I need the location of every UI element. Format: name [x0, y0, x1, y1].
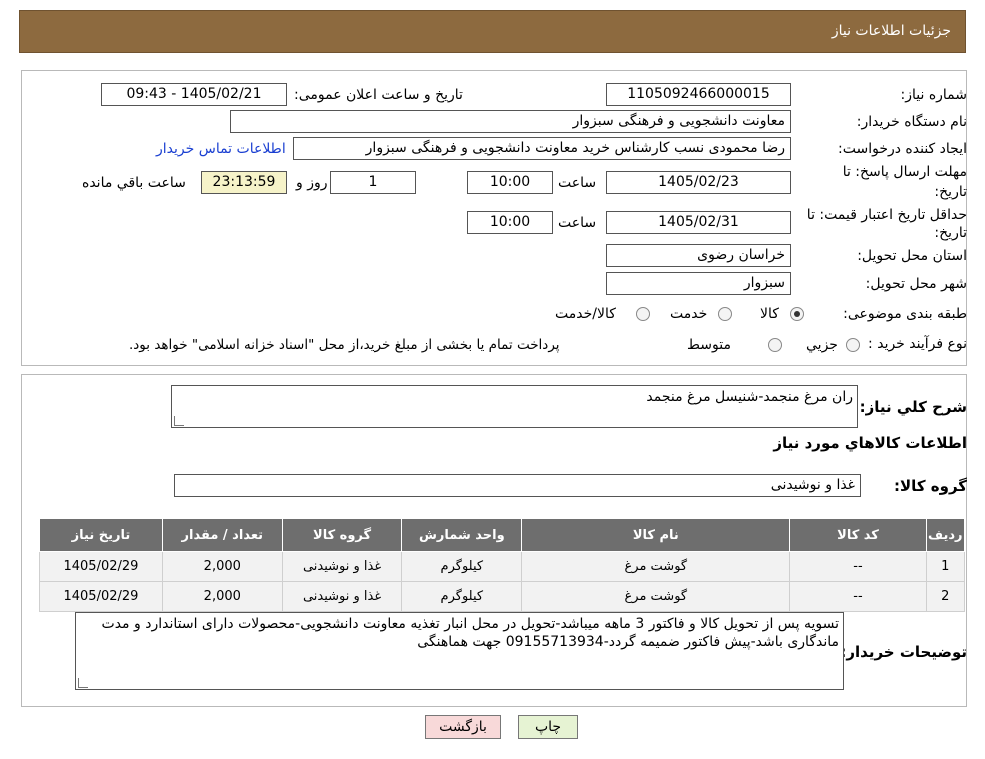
- announce-field: 1405/02/21 - 09:43: [101, 83, 287, 106]
- goods-group-label: گروه کالا:: [894, 477, 967, 495]
- city-field: سبزوار: [606, 272, 791, 295]
- table-row: 1 -- گوشت مرغ کیلوگرم غذا و نوشیدنی 2,00…: [39, 551, 966, 582]
- col-qty: تعداد / مقدار: [161, 518, 283, 552]
- city-label: شهر محل تحویل:: [865, 276, 967, 292]
- table-row: 2 -- گوشت مرغ کیلوگرم غذا و نوشیدنی 2,00…: [39, 581, 966, 612]
- process-note: پرداخت تمام یا بخشی از مبلغ خرید،از محل …: [129, 337, 560, 353]
- category-option-goods: کالا: [760, 306, 779, 322]
- process-radio-minor[interactable]: [846, 338, 860, 352]
- buyer-org-field: معاونت دانشجویی و فرهنگی سبزوار: [230, 110, 791, 133]
- cell-row: 1: [925, 551, 966, 582]
- resize-handle-icon[interactable]: [78, 678, 88, 688]
- page-header: جزئیات اطلاعات نیاز: [19, 10, 966, 53]
- col-date: تاريخ نياز: [39, 518, 163, 552]
- cell-code: --: [789, 581, 927, 612]
- deadline-time-label: ساعت: [558, 175, 597, 191]
- need-number-field: 1105092466000015: [606, 83, 791, 106]
- creator-field: رضا محمودی نسب کارشناس خرید معاونت دانشج…: [293, 137, 791, 160]
- buyer-org-label: نام دستگاه خریدار:: [856, 114, 967, 130]
- province-field: خراسان رضوی: [606, 244, 791, 267]
- summary-text: ران مرغ منجمد-شنیسل مرغ منجمد: [646, 389, 853, 405]
- col-unit: واحد شمارش: [401, 518, 523, 552]
- cell-unit: کیلوگرم: [401, 551, 523, 582]
- validity-label-date: تاریخ:: [934, 225, 967, 241]
- days-field: 1: [330, 171, 416, 194]
- deadline-date-field: 1405/02/23: [606, 171, 791, 194]
- cell-unit: کیلوگرم: [401, 581, 523, 612]
- category-option-service: خدمت: [670, 306, 708, 322]
- cell-date: 1405/02/29: [39, 581, 163, 612]
- cell-group: غذا و نوشیدنی: [281, 551, 403, 582]
- province-label: استان محل تحویل:: [857, 248, 967, 264]
- cell-row: 2: [925, 581, 966, 612]
- summary-label: شرح كلي نياز:: [859, 398, 967, 416]
- print-button[interactable]: چاپ: [518, 715, 578, 739]
- table-header-row: رديف كد كالا نام كالا واحد شمارش گروه كا…: [39, 518, 966, 552]
- process-label: نوع فرآیند خرید :: [868, 336, 967, 352]
- cell-qty: 2,000: [161, 551, 283, 582]
- creator-label: ایجاد کننده درخواست:: [838, 141, 967, 157]
- cell-qty: 2,000: [161, 581, 283, 612]
- category-label: طبقه بندی موضوعی:: [843, 306, 967, 322]
- validity-date-field: 1405/02/31: [606, 211, 791, 234]
- cell-name: گوشت مرغ: [521, 551, 791, 582]
- col-row: رديف: [925, 518, 966, 552]
- items-table: رديف كد كالا نام كالا واحد شمارش گروه كا…: [39, 518, 966, 612]
- category-radio-goods[interactable]: [790, 307, 804, 321]
- process-radio-medium[interactable]: [768, 338, 782, 352]
- remaining-time-field: 23:13:59: [201, 171, 287, 194]
- col-code: كد كالا: [789, 518, 927, 552]
- buyer-notes-field: تسویه پس از تحویل کالا و فاکتور 3 ماهه م…: [75, 612, 844, 690]
- validity-time-field: 10:00: [467, 211, 553, 234]
- col-name: نام كالا: [521, 518, 791, 552]
- process-option-medium: متوسط: [687, 337, 731, 353]
- resize-handle-icon[interactable]: [174, 416, 184, 426]
- category-option-goods-service: کالا/خدمت: [555, 306, 616, 322]
- cell-date: 1405/02/29: [39, 551, 163, 582]
- process-option-minor: جزیي: [806, 337, 838, 353]
- deadline-label: مهلت ارسال پاسخ: تا: [842, 164, 967, 180]
- announce-label: تاریخ و ساعت اعلان عمومی:: [294, 87, 463, 103]
- deadline-label-date: تاریخ:: [934, 184, 967, 200]
- goods-group-field: غذا و نوشیدنی: [174, 474, 861, 497]
- remaining-label: ساعت باقي مانده: [82, 175, 186, 191]
- items-section-title: اطلاعات كالاهاي مورد نياز: [773, 434, 967, 452]
- validity-label: حداقل تاریخ اعتبار قیمت: تا: [806, 207, 967, 223]
- col-group: گروه كالا: [281, 518, 403, 552]
- category-radio-goods-service[interactable]: [636, 307, 650, 321]
- back-button[interactable]: بازگشت: [425, 715, 501, 739]
- cell-code: --: [789, 551, 927, 582]
- validity-time-label: ساعت: [558, 215, 597, 231]
- cell-name: گوشت مرغ: [521, 581, 791, 612]
- category-radio-service[interactable]: [718, 307, 732, 321]
- buyer-contact-link[interactable]: اطلاعات تماس خریدار: [156, 141, 286, 157]
- days-label: روز و: [296, 175, 328, 191]
- buyer-notes-text: تسویه پس از تحویل کالا و فاکتور 3 ماهه م…: [101, 616, 839, 650]
- summary-field: ران مرغ منجمد-شنیسل مرغ منجمد: [171, 385, 858, 428]
- need-number-label: شماره نیاز:: [900, 87, 968, 103]
- page-title: جزئیات اطلاعات نیاز: [831, 23, 951, 39]
- buyer-notes-label: توضیحات خریدار:: [840, 643, 967, 661]
- deadline-time-field: 10:00: [467, 171, 553, 194]
- cell-group: غذا و نوشیدنی: [281, 581, 403, 612]
